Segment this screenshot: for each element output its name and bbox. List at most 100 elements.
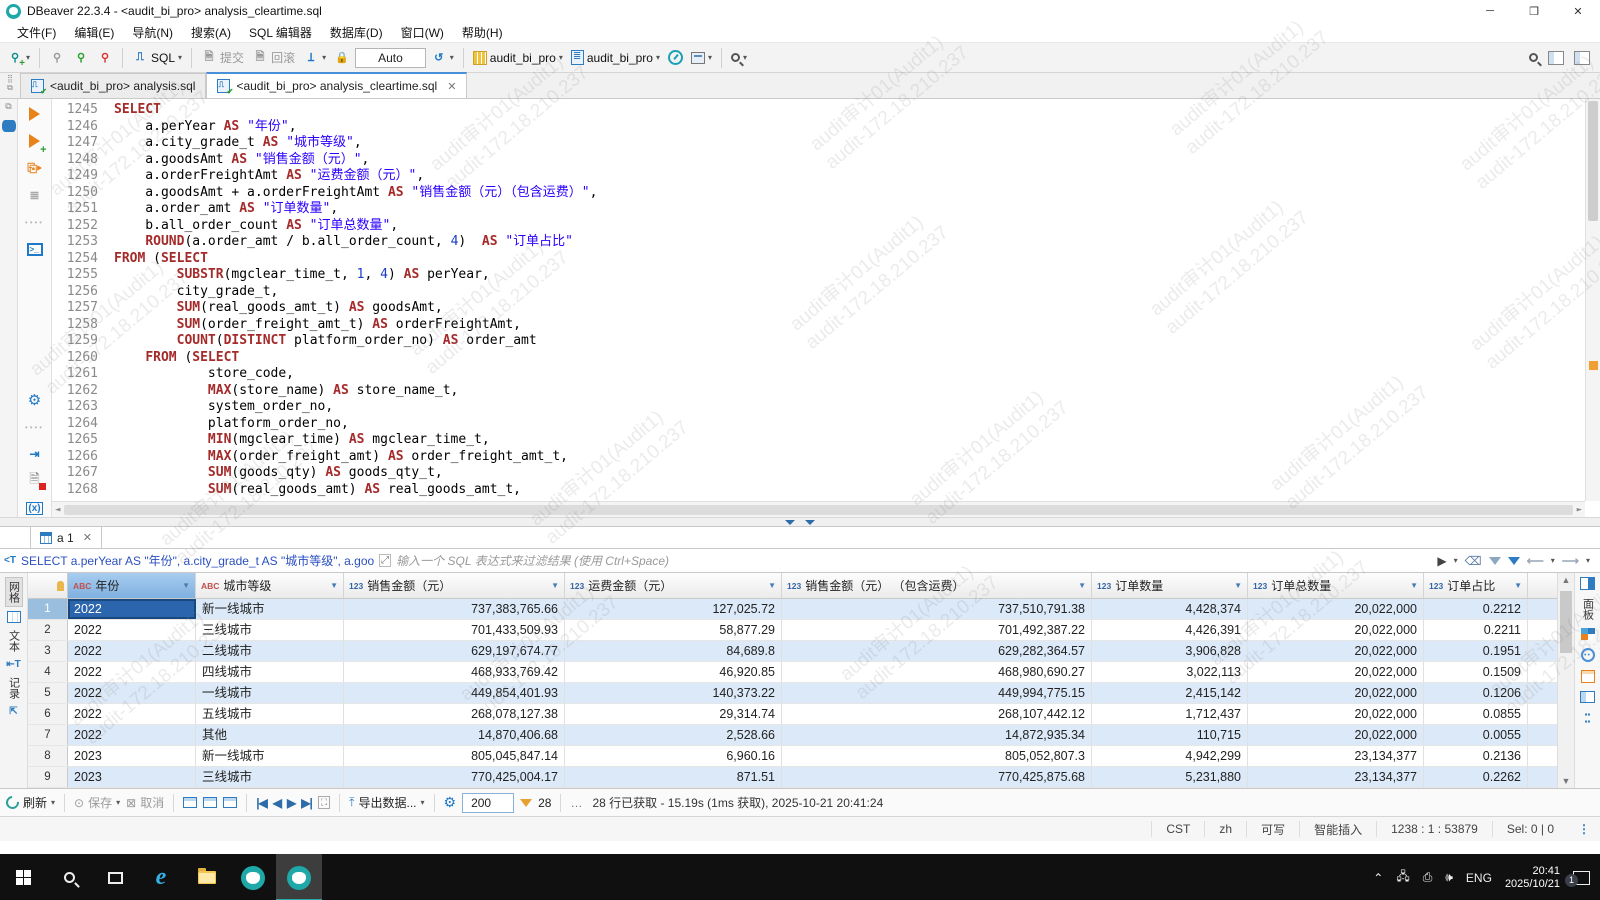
grid-settings-icon[interactable]: ⚙ [444,794,457,811]
prev-row-button[interactable]: ◀ [273,796,281,810]
code-line[interactable]: 1260 FROM (SELECT [52,350,1584,367]
row-number[interactable]: 4 [28,662,68,682]
column-menu-icon[interactable]: ▼ [330,581,338,590]
apply-filter-icon[interactable]: ▶ [1437,554,1446,568]
disconnect-button[interactable]: ⚲ [46,48,68,68]
code-line[interactable]: 1252 b.all_order_count AS "订单总数量", [52,218,1584,235]
grid-cell[interactable]: 737,510,791.38 [782,599,1092,619]
row-number[interactable]: 2 [28,620,68,640]
commit-button[interactable]: 🗎提交 [198,47,247,68]
history-back-icon[interactable]: ⟵ [1527,554,1544,568]
sql-editor-menu[interactable]: ⎍SQL▾ [129,48,185,68]
grid-cell[interactable]: 三线城市 [196,620,344,640]
file-explorer-button[interactable] [184,854,230,900]
file-error-icon[interactable]: 🗎 [26,472,44,490]
code-line[interactable]: 1258 SUM(order_freight_amt_t) AS orderFr… [52,317,1584,334]
table-row[interactable]: 32022二线城市629,197,674.7784,689.8629,282,3… [28,641,1557,662]
grid-cell[interactable]: 29,314.74 [565,704,782,724]
grid-cell[interactable]: 5,231,880 [1092,767,1248,787]
taskbar-search-button[interactable] [46,854,92,900]
grid-cell[interactable]: 871.51 [565,767,782,787]
row-number[interactable]: 6 [28,704,68,724]
grid-cell[interactable]: 2,528.66 [565,725,782,745]
column-menu-icon[interactable]: ▼ [1234,581,1242,590]
input-language-indicator[interactable]: ENG [1466,871,1492,885]
presentation-icon-2[interactable]: ⇱ [9,706,17,717]
grid-cell[interactable]: 2022 [68,620,196,640]
row-filter-icon[interactable] [520,799,532,807]
column-header-4[interactable]: 123销售金额（元） （包含运费）▼ [782,573,1092,598]
column-header-3[interactable]: 123运费金额（元）▼ [565,573,782,598]
column-menu-icon[interactable]: ▼ [1410,581,1418,590]
code-line[interactable]: 1246 a.perYear AS "年份", [52,119,1584,136]
grid-cell[interactable]: 20,022,000 [1248,683,1424,703]
grid-cell[interactable]: 14,872,935.34 [782,725,1092,745]
code-line[interactable]: 1247 a.city_grade_t AS "城市等级", [52,135,1584,152]
grid-cell[interactable]: 2,415,142 [1092,683,1248,703]
dbeaver-taskbar-button-active[interactable] [276,854,322,900]
quick-search-icon[interactable] [1529,53,1538,62]
column-menu-icon[interactable]: ▼ [551,581,559,590]
execute-statement-button[interactable] [26,105,44,123]
refresh-button[interactable]: 刷新▾ [6,794,55,811]
grid-cell[interactable]: 6,960.16 [565,746,782,766]
menu-item-5[interactable]: 数据库(D) [321,22,392,43]
tab-analysis-sql[interactable]: ⎍ <audit_bi_pro> analysis.sql [20,73,206,98]
commit-mode-select[interactable]: Auto [355,48,426,68]
grid-cell[interactable]: 737,383,765.66 [344,599,565,619]
grid-cell[interactable]: 2022 [68,662,196,682]
grid-vertical-scrollbar[interactable]: ▲ ▼ [1557,573,1574,788]
grid-cell[interactable]: 0.1206 [1424,683,1528,703]
history-forward-icon[interactable]: ⟶ [1562,554,1579,568]
scroll-left-arrow[interactable]: ◄ [55,505,60,515]
grid-cell[interactable]: 127,025.72 [565,599,782,619]
column-menu-icon[interactable]: ▼ [1514,581,1522,590]
table-row[interactable]: 42022四线城市468,933,769.4246,920.85468,980,… [28,662,1557,683]
grid-cell[interactable]: 2022 [68,641,196,661]
scrollbar-thumb[interactable] [1560,591,1572,653]
value-viewer-panel-icon[interactable] [1580,577,1595,590]
erase-filter-icon[interactable]: ⌫ [1465,554,1482,568]
dotted-circle-icon[interactable]: •• [1581,648,1595,662]
code-line[interactable]: 1245SELECT [52,102,1584,119]
editor-results-sash[interactable] [0,517,1600,527]
grid-cell[interactable]: 701,492,387.22 [782,620,1092,640]
grid-cell[interactable]: 4,426,391 [1092,620,1248,640]
code-line[interactable]: 1262 MAX(store_name) AS store_name_t, [52,383,1584,400]
presentation-tab-0[interactable]: 网格 [5,577,23,607]
new-connection-button[interactable]: ⚲▾ [4,48,33,68]
code-line[interactable]: 1267 SUM(goods_qty) AS goods_qty_t, [52,465,1584,482]
row-number[interactable]: 9 [28,767,68,787]
metadata-panel-icon[interactable] [1580,691,1595,703]
reconnect-button[interactable]: ⚲ [70,48,92,68]
column-header-1[interactable]: ABC城市等级▼ [196,573,344,598]
save-button[interactable]: ⊙保存▾ [74,794,120,811]
grid-cell[interactable]: 449,994,775.15 [782,683,1092,703]
view-menu-icon[interactable]: ⣿⧉ [2,74,18,92]
grid-cell[interactable]: 0.0055 [1424,725,1528,745]
grid-cell[interactable]: 3,906,828 [1092,641,1248,661]
maximize-button[interactable]: ❐ [1512,0,1556,22]
grid-cell[interactable]: 46,920.85 [565,662,782,682]
table-row[interactable]: 92023三线城市770,425,004.17871.51770,425,875… [28,767,1557,788]
network-tray-icon[interactable]: ⎙ [1423,870,1433,885]
grid-cell[interactable]: 23,134,377 [1248,746,1424,766]
column-menu-icon[interactable]: ▼ [1078,581,1086,590]
table-row[interactable]: 82023新一线城市805,045,847.146,960.16805,052,… [28,746,1557,767]
dbeaver-taskbar-button[interactable] [230,854,276,900]
open-console-button[interactable]: >_ [26,240,44,258]
minimize-button[interactable]: ─ [1468,0,1512,22]
grid-cell[interactable]: 0.2212 [1424,599,1528,619]
row-number[interactable]: 7 [28,725,68,745]
editor-horizontal-scrollbar[interactable]: ◄ ► [52,501,1585,517]
grid-cell[interactable]: 2023 [68,767,196,787]
grid-corner-cell[interactable] [28,573,68,598]
column-menu-icon[interactable]: ▼ [768,581,776,590]
grid-cell[interactable]: 0.0855 [1424,704,1528,724]
code-line[interactable]: 1268 SUM(real_goods_amt) AS real_goods_a… [52,482,1584,499]
export-data-button[interactable]: ⤒导出数据...▾ [349,794,424,811]
row-number[interactable]: 1 [28,599,68,619]
table-row[interactable]: 22022三线城市701,433,509.9358,877.29701,492,… [28,620,1557,641]
grid-cell[interactable]: 新一线城市 [196,746,344,766]
grid-cell[interactable]: 0.2262 [1424,767,1528,787]
